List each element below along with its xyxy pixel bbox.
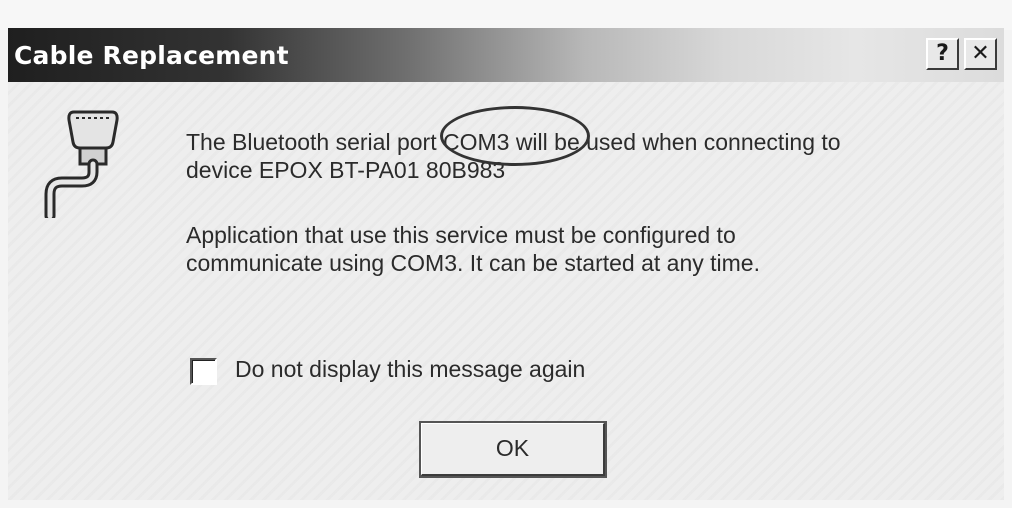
cable-replacement-dialog: Cable Replacement ? ✕ The Bluetooth seri… <box>8 28 1004 500</box>
port-message: The Bluetooth serial port COM3 will be u… <box>186 129 841 183</box>
help-button[interactable]: ? <box>926 38 959 70</box>
background <box>0 0 1012 30</box>
close-button[interactable]: ✕ <box>964 38 997 70</box>
ok-button[interactable]: OK <box>419 421 607 478</box>
dont-show-again-checkbox[interactable] <box>190 358 217 385</box>
dont-show-again-label: Do not display this message again <box>235 356 586 382</box>
title-bar[interactable]: Cable Replacement ? ✕ <box>8 28 1004 82</box>
serial-cable-icon <box>44 110 119 218</box>
window-title: Cable Replacement <box>14 41 289 70</box>
configuration-message: Application that use this service must b… <box>186 222 760 276</box>
